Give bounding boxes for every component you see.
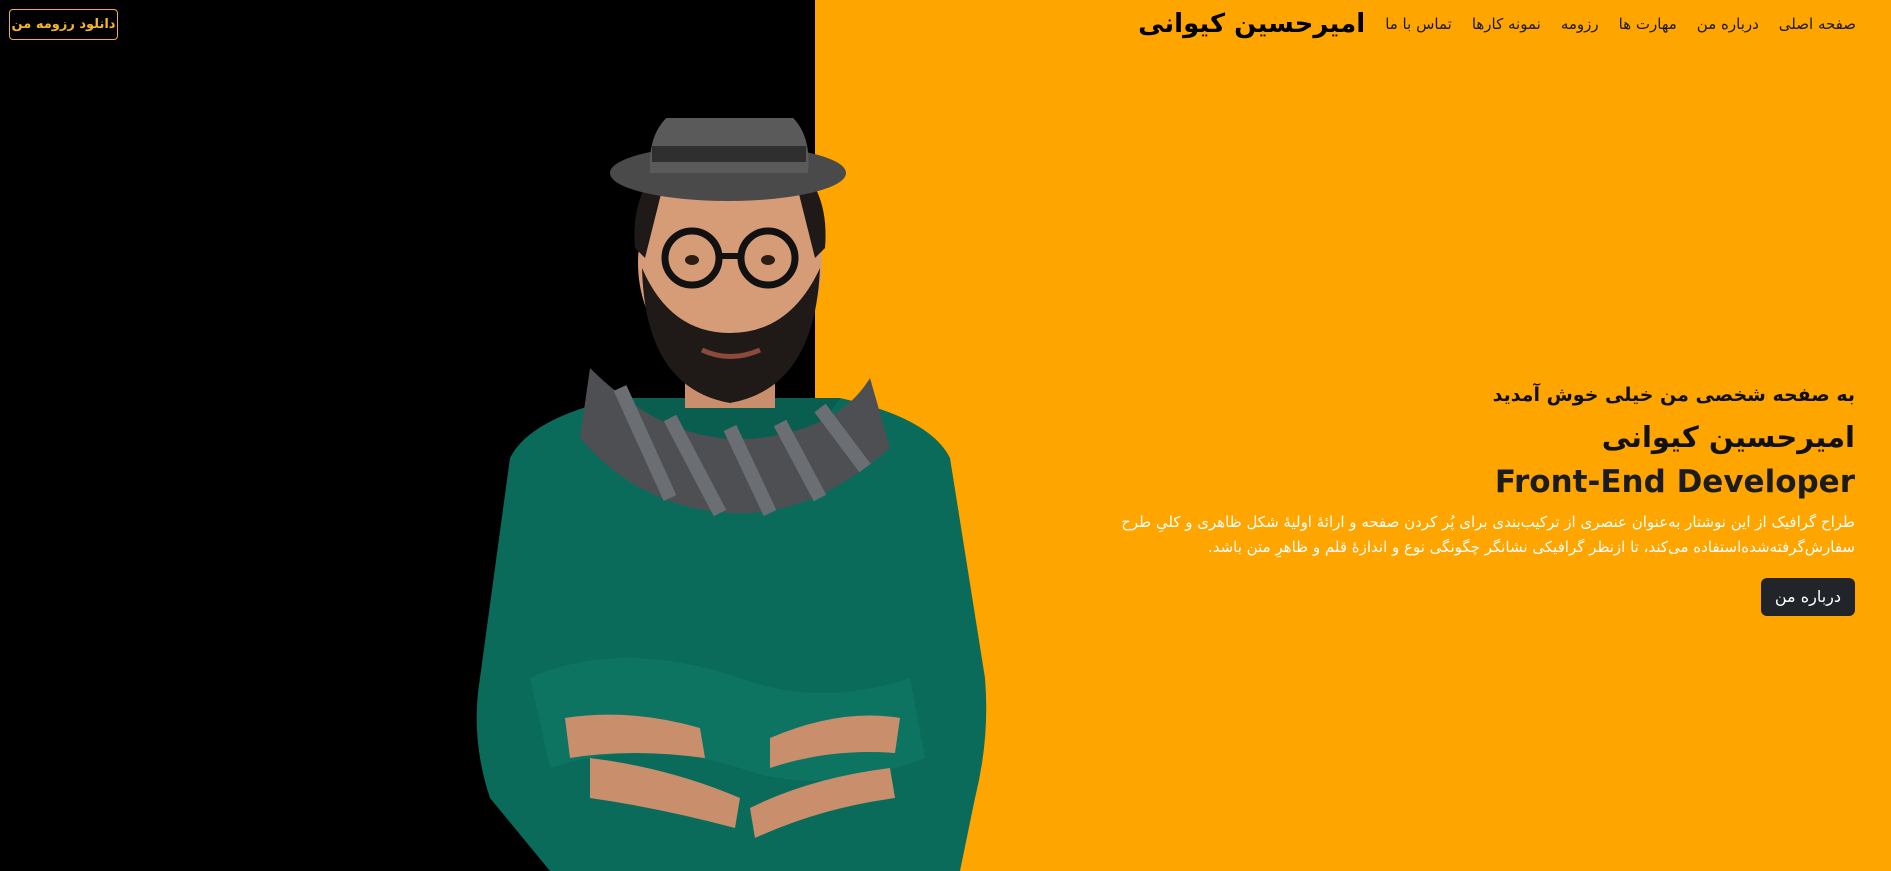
nav-link-home[interactable]: صفحه اصلی bbox=[1779, 6, 1856, 42]
about-me-button[interactable]: درباره من bbox=[1760, 578, 1855, 616]
main-nav: امیرحسین کیوانی صفحه اصلی درباره من مهار… bbox=[1114, 6, 1856, 42]
nav-link-portfolio[interactable]: نمونه کارها bbox=[1472, 6, 1541, 42]
brand-logo[interactable]: امیرحسین کیوانی bbox=[1138, 6, 1365, 42]
hero-name: امیرحسین کیوانی bbox=[1601, 420, 1855, 454]
hero-description: طراح گرافیک از این نوشتار به‌عنوان عنصری… bbox=[1121, 513, 1855, 556]
hero-section: به صفحه شخصی من خیلی خوش آمدید امیرحسین … bbox=[1095, 378, 1855, 616]
nav-link-resume[interactable]: رزومه bbox=[1561, 6, 1599, 42]
download-resume-button[interactable]: دانلود رزومه من bbox=[9, 9, 118, 40]
nav-link-contact[interactable]: تماس با ما bbox=[1385, 6, 1452, 42]
hero-role: Front-End Developer bbox=[1494, 464, 1855, 500]
nav-links: صفحه اصلی درباره من مهارت ها رزومه نمونه… bbox=[1365, 6, 1856, 42]
hero-welcome-text: به صفحه شخصی من خیلی خوش آمدید bbox=[1492, 384, 1855, 406]
hero-person-image bbox=[470, 98, 990, 871]
nav-link-skills[interactable]: مهارت ها bbox=[1619, 6, 1677, 42]
nav-link-about[interactable]: درباره من bbox=[1697, 6, 1759, 42]
